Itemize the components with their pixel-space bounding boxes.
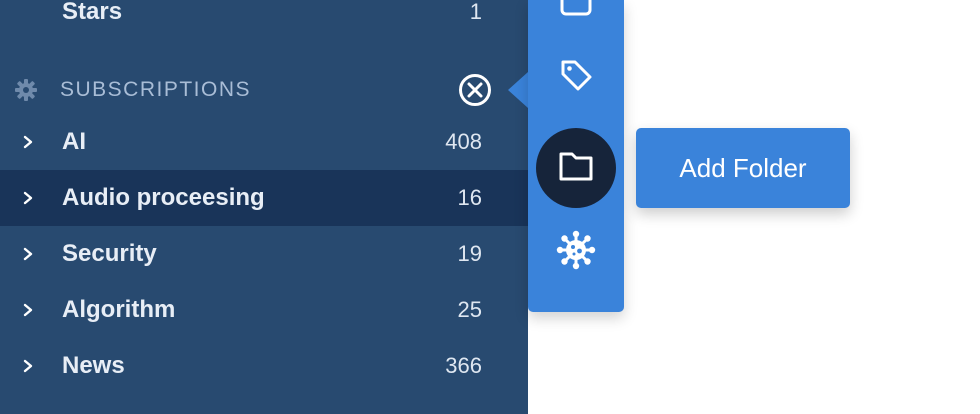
sidebar-item[interactable]: News 366 — [0, 338, 528, 394]
sidebar-item-count: 366 — [445, 353, 482, 378]
sidebar-item-label: Stars — [62, 0, 123, 25]
tooltip-label: Add Folder — [679, 152, 807, 183]
sidebar-item[interactable]: Algorithm 25 — [0, 282, 528, 338]
sidebar-item-count: 408 — [445, 129, 482, 154]
action-toolbar — [528, 0, 624, 312]
sidebar-item-stars[interactable]: Stars 1 — [0, 0, 528, 40]
subscriptions-header: SUBSCRIPTIONS — [0, 62, 528, 118]
sidebar-item[interactable]: Security 19 — [0, 226, 528, 282]
sidebar-item-label: News — [62, 352, 125, 379]
folder-icon — [557, 149, 595, 188]
sidebar-item-count: 1 — [469, 0, 482, 24]
sidebar-item-label: Audio proceesing — [62, 184, 265, 211]
chevron-right-icon[interactable] — [20, 302, 36, 318]
sidebar-item[interactable]: Audio proceesing 16 — [0, 170, 528, 226]
section-title: SUBSCRIPTIONS — [60, 78, 252, 101]
inbox-button[interactable] — [536, 0, 616, 40]
virus-icon — [556, 230, 596, 275]
chevron-right-icon[interactable] — [20, 246, 36, 262]
sidebar-item-label: AI — [62, 128, 86, 155]
sidebar: Stars 1 SUBSCRIPTIONS AI 408 Audio proce… — [0, 0, 528, 414]
sidebar-item-label: Algorithm — [62, 296, 176, 323]
sidebar-item-count: 16 — [457, 185, 482, 210]
add-folder-tooltip: Add Folder — [636, 128, 850, 208]
virus-button[interactable] — [536, 212, 616, 292]
sidebar-item[interactable]: AI 408 — [0, 114, 528, 170]
chevron-right-icon[interactable] — [20, 358, 36, 374]
add-folder-button[interactable] — [536, 128, 616, 208]
tag-icon — [557, 57, 595, 100]
tag-button[interactable] — [536, 38, 616, 118]
chevron-right-icon[interactable] — [20, 134, 36, 150]
sidebar-item-label: Security — [62, 240, 157, 267]
inbox-icon — [558, 0, 594, 21]
chevron-right-icon[interactable] — [20, 190, 36, 206]
toolbar-pointer — [508, 72, 528, 108]
gear-icon[interactable] — [14, 78, 38, 102]
close-circle-icon[interactable] — [458, 73, 492, 107]
sidebar-item-count: 19 — [457, 241, 482, 266]
sidebar-item-count: 25 — [457, 297, 482, 322]
